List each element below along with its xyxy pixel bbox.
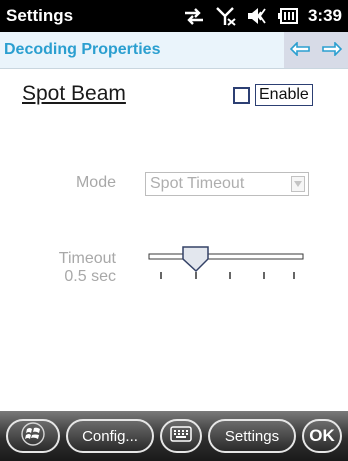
volume-icon[interactable] bbox=[246, 6, 268, 26]
timeout-label: Timeout bbox=[58, 250, 116, 267]
timeout-slider[interactable] bbox=[145, 244, 309, 284]
config-button-label: Config... bbox=[82, 427, 138, 445]
config-button[interactable]: Config... bbox=[66, 419, 154, 453]
settings-button[interactable]: Settings bbox=[208, 419, 296, 453]
clock-time[interactable]: 3:39 bbox=[308, 6, 342, 26]
mode-value: Spot Timeout bbox=[150, 175, 245, 192]
windows-logo-icon bbox=[20, 422, 46, 450]
status-title[interactable]: Settings bbox=[6, 6, 73, 26]
timeout-value: 0.5 sec bbox=[64, 268, 116, 285]
slider-track[interactable] bbox=[148, 253, 304, 260]
keyboard-button[interactable] bbox=[160, 419, 202, 453]
page-navigation bbox=[284, 32, 348, 68]
section-title: Spot Beam bbox=[22, 82, 126, 105]
page-title: Decoding Properties bbox=[4, 41, 161, 58]
battery-icon[interactable] bbox=[277, 6, 299, 26]
back-arrow-icon[interactable] bbox=[289, 40, 310, 60]
ok-button[interactable]: OK bbox=[302, 419, 342, 453]
forward-arrow-icon[interactable] bbox=[322, 40, 343, 60]
taskbar: Config... Settings OK bbox=[0, 411, 348, 461]
chevron-down-icon[interactable] bbox=[291, 176, 305, 192]
status-icons: 3:39 bbox=[182, 5, 342, 27]
slider-thumb[interactable] bbox=[182, 246, 209, 273]
start-button[interactable] bbox=[6, 419, 60, 453]
checkbox-box[interactable] bbox=[233, 86, 250, 104]
enable-label[interactable]: Enable bbox=[255, 84, 313, 106]
ok-button-label: OK bbox=[309, 426, 335, 445]
slider-ticks bbox=[160, 272, 295, 279]
no-signal-icon[interactable] bbox=[215, 6, 237, 26]
settings-button-label: Settings bbox=[224, 427, 280, 445]
page-header: Decoding Properties bbox=[0, 32, 348, 69]
mode-label: Mode bbox=[75, 174, 116, 191]
status-bar: Settings 3:39 bbox=[0, 0, 348, 32]
mode-dropdown[interactable]: Spot Timeout bbox=[145, 172, 309, 196]
data-sync-icon[interactable] bbox=[182, 6, 206, 26]
keyboard-icon bbox=[170, 426, 192, 446]
enable-checkbox[interactable]: Enable bbox=[233, 84, 313, 106]
